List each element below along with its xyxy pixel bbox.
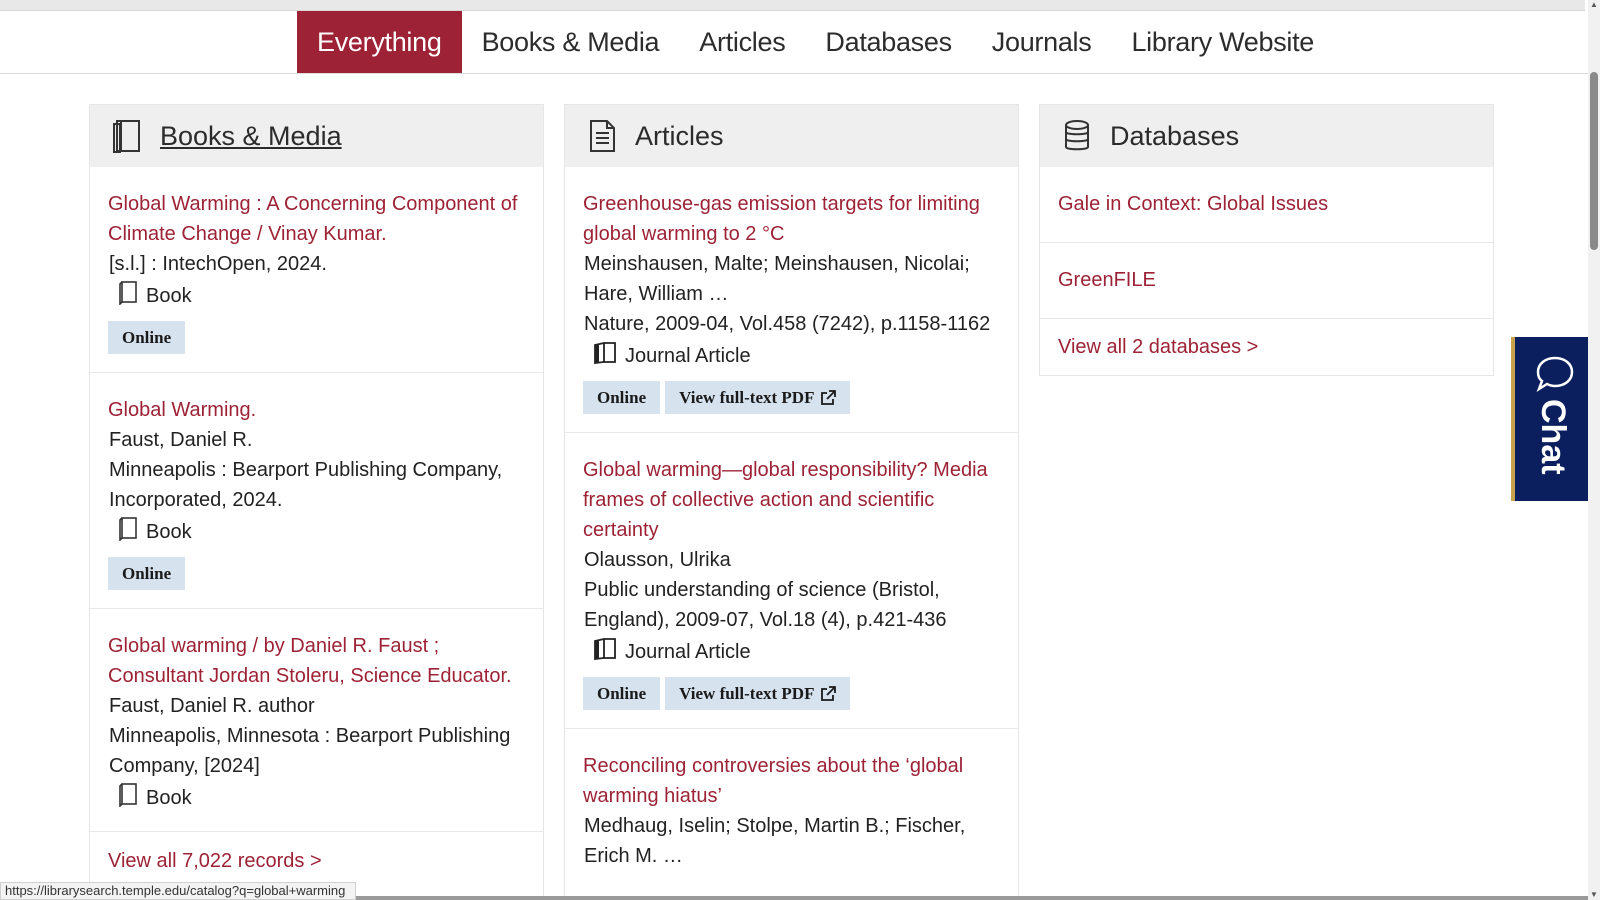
chat-button[interactable]: Chat — [1511, 337, 1591, 501]
scrollbar-thumb[interactable] — [1590, 72, 1598, 250]
external-link-icon — [821, 685, 837, 701]
search-scope-tabs: Everything Books & Media Articles Databa… — [0, 11, 1588, 74]
database-link[interactable]: GreenFILE — [1040, 243, 1493, 319]
view-pdf-label: View full-text PDF — [679, 387, 815, 407]
external-link-icon — [821, 389, 837, 405]
record-type: Journal Article — [583, 637, 1000, 667]
tab-library-website[interactable]: Library Website — [1111, 11, 1334, 73]
record-author: Faust, Daniel R. — [109, 429, 253, 451]
view-pdf-label: View full-text PDF — [679, 683, 815, 703]
record-type-label: Book — [146, 284, 192, 307]
record-source: Public understanding of science (Bristol… — [584, 579, 947, 631]
record-type-label: Journal Article — [625, 640, 751, 663]
online-badge[interactable]: Online — [583, 677, 661, 710]
open-book-icon — [593, 637, 625, 666]
scroll-up-icon[interactable]: ▲ — [1589, 0, 1599, 10]
record-publisher: [s.l.] : IntechOpen, 2024. — [109, 253, 327, 275]
document-icon — [587, 119, 621, 153]
books-media-title-link[interactable]: Books & Media — [160, 121, 342, 152]
chat-label: Chat — [1534, 399, 1572, 475]
record-type: Journal Article — [583, 341, 1000, 371]
open-book-icon — [593, 341, 625, 370]
record-title-link[interactable]: Greenhouse-gas emission targets for limi… — [583, 189, 1000, 249]
database-link[interactable]: Gale in Context: Global Issues — [1040, 167, 1493, 243]
record-publisher: Minneapolis : Bearport Publishing Compan… — [109, 459, 503, 511]
online-badge[interactable]: Online — [108, 321, 186, 354]
record-source: Nature, 2009-04, Vol.458 (7242), p.1158-… — [584, 313, 991, 335]
record-type: Book — [108, 281, 525, 311]
list-item: Global warming / by Daniel R. Faust ; Co… — [90, 609, 543, 832]
vertical-scrollbar[interactable]: ▲ ▼ — [1588, 0, 1600, 900]
list-item: Greenhouse-gas emission targets for limi… — [565, 167, 1018, 433]
list-item: Global Warming. Faust, Daniel R. Minneap… — [90, 373, 543, 609]
record-type-label: Book — [146, 520, 192, 543]
articles-header: Articles — [565, 105, 1018, 167]
databases-header: Databases — [1040, 105, 1493, 167]
databases-column: Databases Gale in Context: Global Issues… — [1039, 104, 1494, 376]
record-title-link[interactable]: Reconciling controversies about the ‘glo… — [583, 751, 1000, 811]
scroll-down-icon[interactable]: ▼ — [1589, 890, 1599, 900]
book-icon — [118, 783, 146, 813]
record-type-label: Journal Article — [625, 344, 751, 367]
book-icon — [112, 119, 146, 153]
book-icon — [118, 517, 146, 547]
status-bar-url: https://librarysearch.temple.edu/catalog… — [0, 882, 357, 900]
record-publisher: Minneapolis, Minnesota : Bearport Publis… — [109, 725, 511, 777]
online-badge[interactable]: Online — [583, 381, 661, 414]
online-badge[interactable]: Online — [108, 557, 186, 590]
tab-books-media[interactable]: Books & Media — [462, 11, 680, 73]
record-title-link[interactable]: Global Warming : A Concerning Component … — [108, 189, 525, 249]
record-type-label: Book — [146, 786, 192, 809]
view-pdf-button[interactable]: View full-text PDF — [665, 677, 851, 710]
list-item: Global warming—global responsibility? Me… — [565, 433, 1018, 729]
databases-title: Databases — [1110, 120, 1240, 151]
chat-bubble-icon — [1535, 355, 1575, 398]
record-title-link[interactable]: Global warming—global responsibility? Me… — [583, 455, 1000, 545]
articles-title: Articles — [635, 120, 724, 151]
tab-articles[interactable]: Articles — [679, 11, 805, 73]
record-title-link[interactable]: Global warming / by Daniel R. Faust ; Co… — [108, 631, 525, 691]
tab-journals[interactable]: Journals — [972, 11, 1112, 73]
book-icon — [118, 281, 146, 311]
books-media-header: Books & Media — [90, 105, 543, 167]
tab-everything[interactable]: Everything — [297, 11, 462, 73]
database-icon — [1062, 119, 1096, 153]
record-type: Book — [108, 783, 525, 813]
view-pdf-button[interactable]: View full-text PDF — [665, 381, 851, 414]
record-authors: Medhaug, Iselin; Stolpe, Martin B.; Fisc… — [584, 815, 966, 867]
list-item: Reconciling controversies about the ‘glo… — [565, 729, 1018, 889]
record-authors: Olausson, Ulrika — [584, 549, 731, 571]
record-title-link[interactable]: Global Warming. — [108, 395, 525, 425]
record-type: Book — [108, 517, 525, 547]
tab-databases[interactable]: Databases — [805, 11, 971, 73]
list-item: Global Warming : A Concerning Component … — [90, 167, 543, 373]
record-authors: Meinshausen, Malte; Meinshausen, Nicolai… — [584, 253, 970, 305]
record-author: Faust, Daniel R. author — [109, 695, 315, 717]
articles-column: Articles Greenhouse-gas emission targets… — [564, 104, 1019, 900]
view-all-databases-link[interactable]: View all 2 databases > — [1040, 319, 1493, 375]
browser-top-strip — [0, 0, 1585, 11]
books-media-column: Books & Media Global Warming : A Concern… — [89, 104, 544, 900]
